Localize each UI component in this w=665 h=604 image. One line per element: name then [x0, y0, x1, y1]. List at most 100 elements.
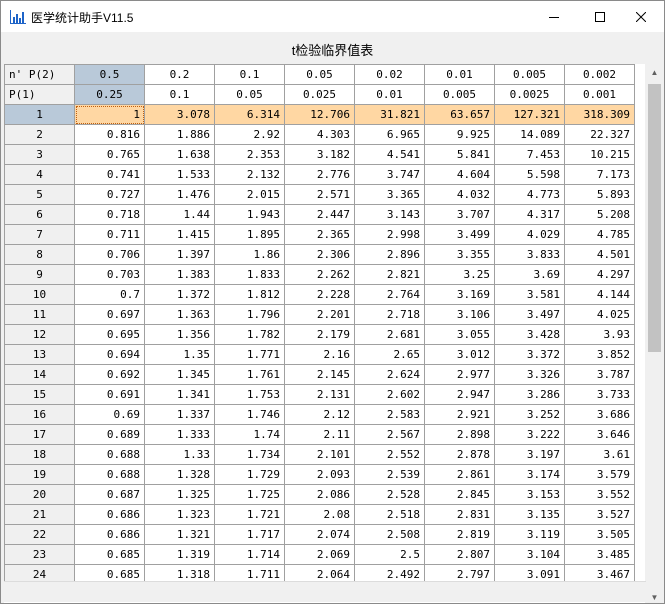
row-header-df[interactable]: 23 — [4, 544, 75, 565]
row-header-df[interactable]: 11 — [4, 304, 75, 325]
row-header-df[interactable]: 9 — [4, 264, 75, 285]
horizontal-scrollbar[interactable] — [4, 581, 646, 602]
row-header-df[interactable]: 2 — [4, 124, 75, 145]
table-cell[interactable]: 1.35 — [144, 344, 215, 365]
table-cell[interactable]: 1.782 — [214, 324, 285, 345]
table-cell[interactable]: 0.695 — [74, 324, 145, 345]
t-table-grid[interactable]: n' P(2) 0.5 0.2 0.1 0.05 0.02 0.01 0.005 0.002 P(… — [4, 64, 645, 603]
table-cell[interactable]: 1.33 — [144, 444, 215, 465]
table-cell[interactable]: 3.153 — [494, 484, 565, 505]
table-cell[interactable]: 1.337 — [144, 404, 215, 425]
table-cell[interactable]: 0.686 — [74, 524, 145, 545]
title-bar[interactable]: 医学统计助手V11.5 — [1, 1, 664, 32]
table-row[interactable]: 7 0.711 1.415 1.895 2.365 2.998 3.499 4.029 4.78… — [4, 224, 635, 245]
table-cell[interactable]: 3.252 — [494, 404, 565, 425]
table-cell[interactable]: 3.61 — [564, 444, 635, 465]
table-cell[interactable]: 2.878 — [424, 444, 495, 465]
table-cell[interactable]: 2.831 — [424, 504, 495, 525]
table-cell[interactable]: 2.306 — [284, 244, 355, 265]
table-cell[interactable]: 3.499 — [424, 224, 495, 245]
table-cell[interactable]: 1.323 — [144, 504, 215, 525]
table-cell[interactable]: 1.638 — [144, 144, 215, 165]
table-cell[interactable]: 1.753 — [214, 384, 285, 405]
scroll-up-icon[interactable]: ▲ — [646, 64, 663, 81]
table-cell[interactable]: 14.089 — [494, 124, 565, 145]
table-cell[interactable]: 31.821 — [354, 104, 425, 125]
table-cell[interactable]: 6.965 — [354, 124, 425, 145]
table-cell[interactable]: 0.691 — [74, 384, 145, 405]
table-cell[interactable]: 3.169 — [424, 284, 495, 305]
table-row[interactable]: 11 0.697 1.363 1.796 2.201 2.718 3.106 3.497 4.0… — [4, 304, 635, 325]
table-cell[interactable]: 1.383 — [144, 264, 215, 285]
scrollbar-thumb[interactable] — [648, 84, 661, 352]
row-header-df[interactable]: 3 — [4, 144, 75, 165]
table-cell[interactable]: 1.746 — [214, 404, 285, 425]
table-cell[interactable]: 1.533 — [144, 164, 215, 185]
table-row[interactable]: 3 0.765 1.638 2.353 3.182 4.541 5.841 7.453 10.2… — [4, 144, 635, 165]
row-header-df[interactable]: 18 — [4, 444, 75, 465]
table-cell[interactable]: 3.646 — [564, 424, 635, 445]
table-cell[interactable]: 0.816 — [74, 124, 145, 145]
table-row[interactable]: 17 0.689 1.333 1.74 2.11 2.567 2.898 3.222 3.646 — [4, 424, 635, 445]
table-row[interactable]: 6 0.718 1.44 1.943 2.447 3.143 3.707 4.317 5.208 — [4, 204, 635, 225]
column-header-cell[interactable]: 0.01 — [354, 84, 425, 105]
table-cell[interactable]: 0.685 — [74, 544, 145, 565]
row-header-df[interactable]: 4 — [4, 164, 75, 185]
table-cell[interactable]: 4.317 — [494, 204, 565, 225]
table-cell[interactable]: 3.104 — [494, 544, 565, 565]
table-row[interactable]: 16 0.69 1.337 1.746 2.12 2.583 2.921 3.252 3.686 — [4, 404, 635, 425]
table-cell[interactable]: 1.725 — [214, 484, 285, 505]
table-cell[interactable]: 3.747 — [354, 164, 425, 185]
table-cell[interactable]: 2.65 — [354, 344, 425, 365]
table-cell[interactable]: 1.363 — [144, 304, 215, 325]
table-cell[interactable]: 3.222 — [494, 424, 565, 445]
table-cell[interactable]: 2.101 — [284, 444, 355, 465]
column-header-cell[interactable]: 0.2 — [144, 64, 215, 85]
table-cell[interactable]: 2.518 — [354, 504, 425, 525]
row-header-df[interactable]: 14 — [4, 364, 75, 385]
table-cell[interactable]: 1.345 — [144, 364, 215, 385]
table-cell[interactable]: 2.718 — [354, 304, 425, 325]
table-cell[interactable]: 1.44 — [144, 204, 215, 225]
row-header-label[interactable]: P(1) — [4, 84, 75, 105]
table-cell[interactable]: 0.7 — [74, 284, 145, 305]
table-row[interactable]: 12 0.695 1.356 1.782 2.179 2.681 3.055 3.428 3.9… — [4, 324, 635, 345]
table-cell[interactable]: 1.319 — [144, 544, 215, 565]
table-cell[interactable]: 2.145 — [284, 364, 355, 385]
table-row[interactable]: 2 0.816 1.886 2.92 4.303 6.965 9.925 14.089 22.3… — [4, 124, 635, 145]
table-cell[interactable]: 9.925 — [424, 124, 495, 145]
table-cell[interactable]: 0.765 — [74, 144, 145, 165]
table-cell[interactable]: 2.921 — [424, 404, 495, 425]
column-header-cell[interactable]: 0.0025 — [494, 84, 565, 105]
table-cell[interactable]: 0.689 — [74, 424, 145, 445]
minimize-button[interactable] — [531, 1, 577, 32]
column-header-cell[interactable]: 0.001 — [564, 84, 635, 105]
vertical-scrollbar[interactable]: ▲ ▼ — [646, 64, 663, 603]
table-cell[interactable]: 1.812 — [214, 284, 285, 305]
table-cell[interactable]: 2.539 — [354, 464, 425, 485]
table-cell[interactable]: 2.132 — [214, 164, 285, 185]
table-cell[interactable]: 1.415 — [144, 224, 215, 245]
table-cell[interactable]: 1.895 — [214, 224, 285, 245]
table-cell[interactable]: 0.706 — [74, 244, 145, 265]
table-cell[interactable]: 2.624 — [354, 364, 425, 385]
table-cell[interactable]: 0.718 — [74, 204, 145, 225]
table-cell[interactable]: 3.69 — [494, 264, 565, 285]
table-cell[interactable]: 5.893 — [564, 184, 635, 205]
table-cell[interactable]: 0.69 — [74, 404, 145, 425]
table-row[interactable]: 20 0.687 1.325 1.725 2.086 2.528 2.845 3.153 3.5… — [4, 484, 635, 505]
column-header-cell[interactable]: 0.025 — [284, 84, 355, 105]
row-header-df[interactable]: 15 — [4, 384, 75, 405]
table-row[interactable]: 1 1 3.078 6.314 12.706 31.821 63.657 127.321 318… — [4, 104, 635, 125]
table-cell[interactable]: 2.16 — [284, 344, 355, 365]
table-cell[interactable]: 3.733 — [564, 384, 635, 405]
table-row[interactable]: 13 0.694 1.35 1.771 2.16 2.65 3.012 3.372 3.852 — [4, 344, 635, 365]
table-cell[interactable]: 2.015 — [214, 184, 285, 205]
table-cell[interactable]: 2.681 — [354, 324, 425, 345]
table-cell[interactable]: 1.717 — [214, 524, 285, 545]
table-cell[interactable]: 3.833 — [494, 244, 565, 265]
table-cell[interactable]: 12.706 — [284, 104, 355, 125]
table-cell[interactable]: 2.08 — [284, 504, 355, 525]
table-row[interactable]: 23 0.685 1.319 1.714 2.069 2.5 2.807 3.104 3.485 — [4, 544, 635, 565]
table-cell[interactable]: 1 — [74, 104, 145, 125]
